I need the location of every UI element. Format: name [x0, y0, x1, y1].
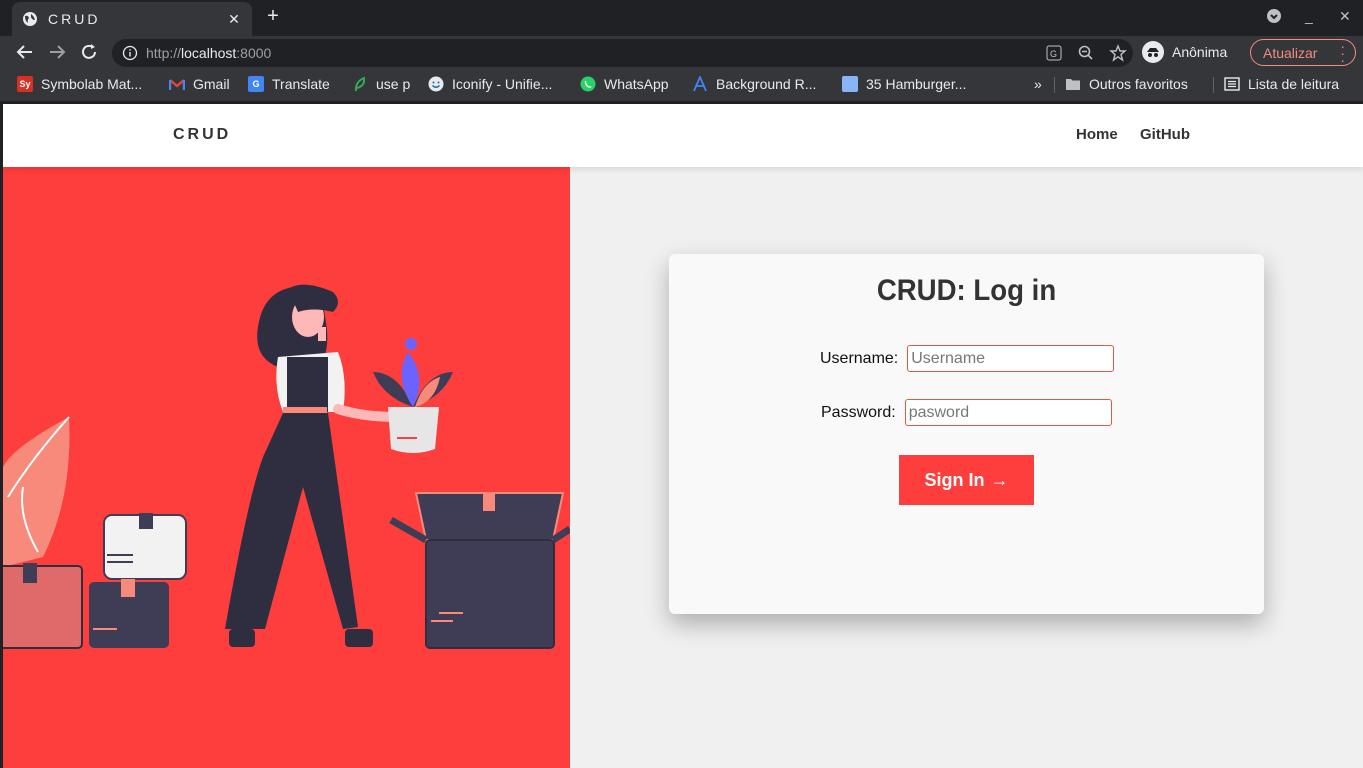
- incognito-profile[interactable]: Anônima: [1142, 40, 1227, 64]
- folder-icon: [1065, 76, 1081, 92]
- bookmark-item[interactable]: Background R...: [692, 76, 816, 92]
- minimize-icon[interactable]: _: [1305, 8, 1313, 24]
- flower-pot-illustration: [373, 338, 453, 453]
- username-row: Username:: [820, 345, 1115, 372]
- reading-list-label: Lista de leitura: [1248, 76, 1340, 92]
- arc-icon: [692, 76, 708, 92]
- bookmarks-bar: Sy Symbolab Mat... Gmail G Translate use…: [0, 68, 1363, 102]
- bookmarks-separator: [1213, 77, 1214, 93]
- translate-icon[interactable]: G: [1045, 44, 1063, 62]
- back-icon[interactable]: [13, 40, 37, 64]
- whatsapp-icon: [580, 76, 596, 92]
- new-tab-icon[interactable]: +: [262, 6, 284, 28]
- box-illustration: [3, 563, 83, 649]
- username-label: Username:: [820, 349, 899, 367]
- site-info-icon[interactable]: [122, 45, 138, 61]
- other-bookmarks-label: Outros favoritos: [1089, 76, 1188, 92]
- bookmark-label: 35 Hamburger...: [866, 76, 967, 92]
- bookmark-item[interactable]: 35 Hamburger...: [842, 76, 966, 92]
- open-box-illustration: [389, 492, 570, 649]
- bookmarks-separator: [1054, 77, 1055, 93]
- arrow-right-icon: →: [990, 469, 1009, 490]
- menu-dots-icon[interactable]: · · ·: [1340, 39, 1345, 67]
- sign-in-button[interactable]: Sign In →: [899, 455, 1034, 505]
- url-text: http://localhost:8000: [146, 45, 272, 61]
- forward-icon[interactable]: [45, 40, 69, 64]
- sign-in-label: Sign In: [924, 469, 985, 490]
- tab-title: CRUD: [48, 11, 101, 27]
- zoom-icon[interactable]: [1077, 44, 1095, 62]
- login-title: CRUD: Log in: [876, 274, 1057, 307]
- profile-name: Anônima: [1172, 44, 1228, 60]
- bookmark-star-icon[interactable]: [1109, 44, 1127, 62]
- bookmark-label: use p: [376, 76, 411, 92]
- bookmark-item[interactable]: Iconify - Unifie...: [428, 76, 552, 92]
- site-navbar: CRUD Home GitHub: [3, 104, 1363, 167]
- image-icon: [842, 76, 858, 92]
- bookmark-label: WhatsApp: [604, 76, 669, 92]
- woman-figure: [225, 284, 403, 647]
- tab-search-icon[interactable]: [1266, 8, 1282, 27]
- address-bar[interactable]: http://localhost:8000 G: [112, 39, 1133, 67]
- incognito-icon: [1142, 41, 1164, 63]
- other-bookmarks[interactable]: Outros favoritos: [1065, 76, 1188, 92]
- nav-link-github[interactable]: GitHub: [1140, 126, 1190, 143]
- update-label: Atualizar: [1263, 44, 1318, 61]
- leaf-icon: [352, 76, 368, 92]
- brand-logo[interactable]: CRUD: [173, 126, 231, 144]
- svg-text:G: G: [1050, 49, 1057, 59]
- close-window-icon[interactable]: ✕: [1339, 8, 1351, 25]
- bookmark-label: Background R...: [716, 76, 817, 92]
- nav-link-home[interactable]: Home: [1076, 126, 1118, 143]
- bookmark-label: Translate: [272, 76, 330, 92]
- bookmark-label: Symbolab Mat...: [41, 76, 143, 92]
- hero-illustration-panel: [3, 167, 570, 768]
- woman-with-plant-illustration: [3, 284, 570, 650]
- username-input[interactable]: [907, 345, 1115, 372]
- bookmark-label: Gmail: [193, 76, 230, 92]
- symbolab-icon: Sy: [17, 76, 33, 92]
- reading-list-icon: [1224, 76, 1240, 92]
- bookmark-label: Iconify - Unifie...: [452, 76, 553, 92]
- translate-bookmark-icon: G: [248, 76, 264, 92]
- bookmark-item[interactable]: WhatsApp: [580, 76, 669, 92]
- browser-tab[interactable]: CRUD ✕: [12, 2, 252, 36]
- bookmark-item[interactable]: Sy Symbolab Mat...: [17, 76, 142, 92]
- password-label: Password:: [821, 403, 896, 421]
- bookmark-item[interactable]: Gmail: [169, 76, 230, 92]
- bookmarks-overflow-icon[interactable]: »: [1034, 76, 1042, 92]
- close-tab-icon[interactable]: ✕: [226, 11, 242, 28]
- iconify-icon: [428, 76, 444, 92]
- password-row: Password:: [821, 399, 1112, 426]
- update-button[interactable]: Atualizar · · ·: [1250, 39, 1356, 67]
- gmail-icon: [169, 76, 185, 92]
- bookmark-item[interactable]: use p: [352, 76, 410, 92]
- globe-icon: [23, 12, 37, 26]
- leaf-illustration: [3, 416, 70, 567]
- box-illustration: [87, 513, 187, 650]
- login-card: CRUD: Log in Username: Password: Sign In…: [669, 254, 1264, 614]
- reload-icon[interactable]: [77, 40, 101, 64]
- browser-toolbar: http://localhost:8000 G Anônima Atualiza…: [0, 36, 1363, 68]
- tab-strip: CRUD ✕ + _ ✕: [0, 0, 1363, 36]
- reading-list[interactable]: Lista de leitura: [1224, 76, 1339, 92]
- password-input[interactable]: [904, 399, 1112, 426]
- bookmark-item[interactable]: G Translate: [248, 76, 330, 92]
- web-page: CRUD Home GitHub CRUD: Log in Username: …: [3, 104, 1363, 768]
